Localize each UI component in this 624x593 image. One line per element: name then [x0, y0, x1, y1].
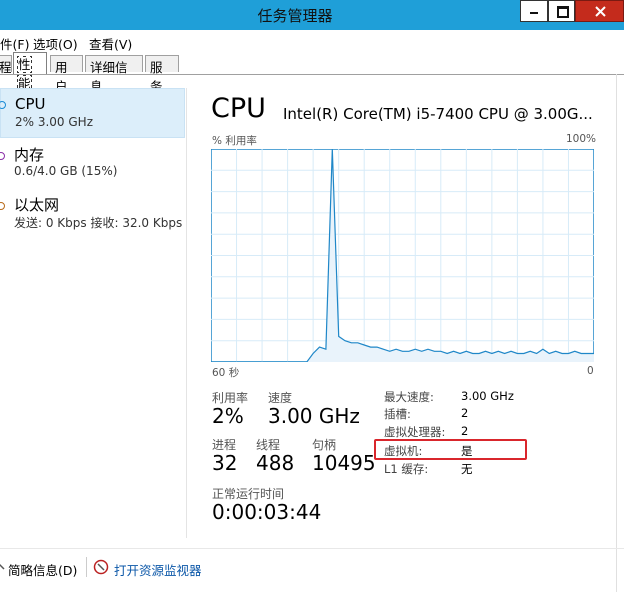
highlight-box: [374, 439, 527, 460]
resource-name: 内存: [14, 146, 45, 164]
resource-monitor-icon: [93, 559, 109, 575]
info-key: 插槽:: [384, 407, 411, 421]
menu-options[interactable]: 选项(O): [33, 34, 78, 53]
tab-bar: 程 性能 用户 详细信息 服务: [0, 52, 624, 94]
processes-value: 32: [212, 451, 238, 475]
chevron-up-icon[interactable]: [0, 561, 6, 573]
tab-performance[interactable]: 性能: [13, 52, 47, 92]
open-resource-monitor-link[interactable]: 打开资源监视器: [114, 560, 202, 579]
resource-sub: 0.6/4.0 GB (15%): [14, 164, 118, 178]
speed-value: 3.00 GHz: [268, 404, 360, 428]
resource-name: CPU: [15, 95, 46, 113]
window-title: 任务管理器: [257, 7, 333, 25]
resource-sub: 发送: 0 Kbps 接收: 32.0 Kbps: [14, 216, 183, 230]
memory-sparkline-icon: [0, 152, 5, 160]
cpu-usage-graph: [211, 149, 594, 362]
close-icon: [595, 6, 606, 17]
info-key: L1 缓存:: [384, 462, 429, 476]
close-button[interactable]: [575, 0, 624, 22]
handles-value: 10495: [312, 451, 376, 475]
resource-name: 以太网: [14, 196, 60, 214]
graph-xright: 0: [587, 365, 594, 377]
page-title: CPU: [211, 93, 266, 124]
cpu-sparkline-icon: [0, 101, 6, 109]
maximize-button[interactable]: [548, 0, 575, 22]
resource-item-memory[interactable]: 内存 0.6/4.0 GB (15%): [0, 140, 183, 188]
title-bar: 任务管理器: [0, 0, 624, 30]
graph-ymax: 100%: [566, 133, 597, 145]
footer-divider: [86, 557, 87, 577]
footer: 简略信息(D) 打开资源监视器: [0, 548, 624, 593]
resource-list: CPU 2% 3.00 GHz 内存 0.6/4.0 GB (15%) 以太网 …: [0, 88, 186, 538]
resource-item-ethernet[interactable]: 以太网 发送: 0 Kbps 接收: 32.0 Kbps: [0, 190, 183, 238]
resource-sub: 2% 3.00 GHz: [15, 115, 94, 129]
info-key: 最大速度:: [384, 390, 434, 404]
tab-performance-label: 性能: [17, 56, 32, 92]
pane-divider: [186, 88, 187, 538]
info-value: 3.00 GHz: [461, 389, 514, 403]
info-value: 2: [461, 406, 469, 420]
resource-item-cpu[interactable]: CPU 2% 3.00 GHz: [0, 88, 185, 138]
menu-bar: 件(F) 选项(O) 查看(V): [0, 30, 624, 52]
graph-ylabel: % 利用率: [212, 135, 257, 147]
summary-button[interactable]: 简略信息(D): [8, 560, 77, 579]
uptime-value: 0:00:03:44: [212, 500, 322, 524]
tab-services[interactable]: 服务: [145, 55, 179, 94]
menu-file[interactable]: 件(F): [0, 34, 29, 53]
threads-value: 488: [256, 451, 295, 475]
tab-users[interactable]: 用户: [50, 55, 83, 94]
info-key: 虚拟处理器:: [384, 425, 446, 439]
util-value: 2%: [212, 404, 244, 428]
info-value: 无: [461, 462, 473, 476]
ethernet-sparkline-icon: [0, 202, 5, 210]
tab-processes[interactable]: 程: [0, 55, 12, 75]
menu-view[interactable]: 查看(V): [89, 34, 132, 53]
graph-xleft: 60 秒: [212, 367, 240, 379]
cpu-model: Intel(R) Core(TM) i5-7400 CPU @ 3.00G...: [283, 105, 593, 123]
tab-processes-label: 程: [0, 60, 12, 75]
info-value: 2: [461, 424, 469, 438]
minimize-button[interactable]: [520, 0, 548, 22]
tab-details[interactable]: 详细信息: [85, 55, 143, 94]
window-edge: [616, 74, 617, 592]
